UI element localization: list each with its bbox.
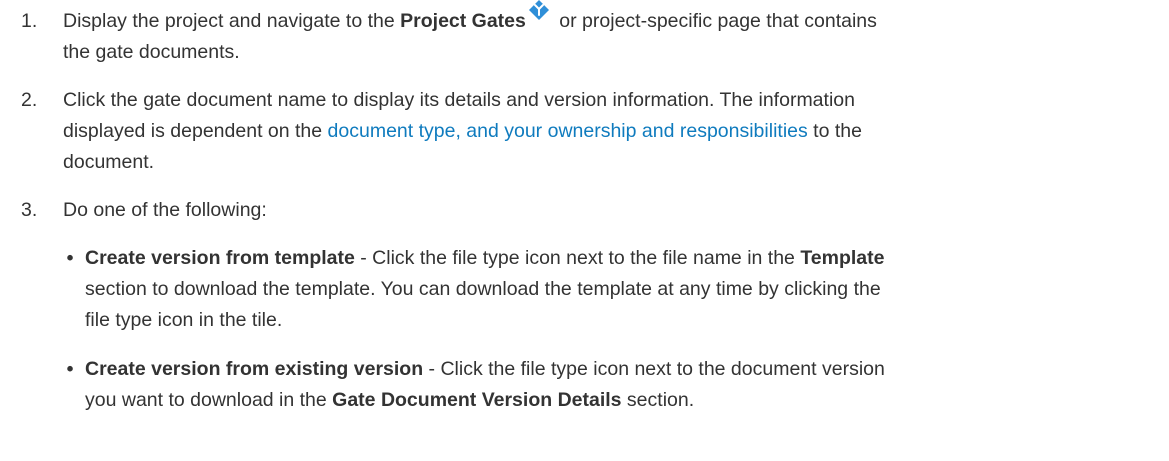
- option-line: Create version from template - Click the…: [85, 243, 1095, 274]
- step-number: 1.: [21, 10, 38, 32]
- option-text: Create version from template - Click the…: [85, 243, 1095, 336]
- project-gates-label: Project Gates: [400, 10, 526, 32]
- option-title: Create version from existing version: [85, 358, 424, 380]
- step-text: to the: [807, 120, 862, 142]
- option-desc: - Click the file type icon next to the f…: [354, 247, 801, 269]
- document-type-ownership-link[interactable]: document type, and your ownership and re…: [328, 120, 808, 142]
- step-line: displayed is dependent on the document t…: [63, 116, 1153, 147]
- option-desc: section.: [621, 389, 695, 411]
- step-number: 2.: [21, 89, 38, 111]
- step-line: the gate documents.: [63, 41, 240, 63]
- option-line: you want to download in the Gate Documen…: [85, 385, 1095, 416]
- step-line: document.: [63, 151, 155, 173]
- option-line: Create version from existing version - C…: [85, 354, 1095, 385]
- option-title: Create version from template: [85, 247, 355, 269]
- step-body: Click the gate document name to display …: [63, 85, 1153, 178]
- option-line: file type icon in the tile.: [85, 309, 283, 331]
- option-text: Create version from existing version - C…: [85, 354, 1095, 416]
- bullet-glyph: •: [66, 358, 74, 380]
- step-number: 3.: [21, 199, 38, 221]
- option-line: section to download the template. You ca…: [85, 278, 881, 300]
- step-text: or project-specific page that contains: [553, 10, 877, 32]
- project-gates-diamond-icon: [528, 0, 550, 21]
- step-line: Click the gate document name to display …: [63, 89, 855, 111]
- step-text: displayed is dependent on the: [63, 120, 328, 142]
- template-section-label: Template: [800, 247, 885, 269]
- bullet-glyph: •: [66, 247, 74, 269]
- step-line: Display the project and navigate to the …: [63, 0, 1153, 37]
- step-body: Display the project and navigate to the …: [63, 0, 1153, 68]
- version-details-section-label: Gate Document Version Details: [332, 389, 622, 411]
- step-line: Do one of the following:: [63, 199, 267, 221]
- step-body: Do one of the following:: [63, 195, 1153, 226]
- option-desc: - Click the file type icon next to the d…: [423, 358, 885, 380]
- help-page: 1. Display the project and navigate to t…: [0, 0, 1169, 461]
- step-text: Display the project and navigate to the: [63, 10, 401, 32]
- option-desc: you want to download in the: [85, 389, 333, 411]
